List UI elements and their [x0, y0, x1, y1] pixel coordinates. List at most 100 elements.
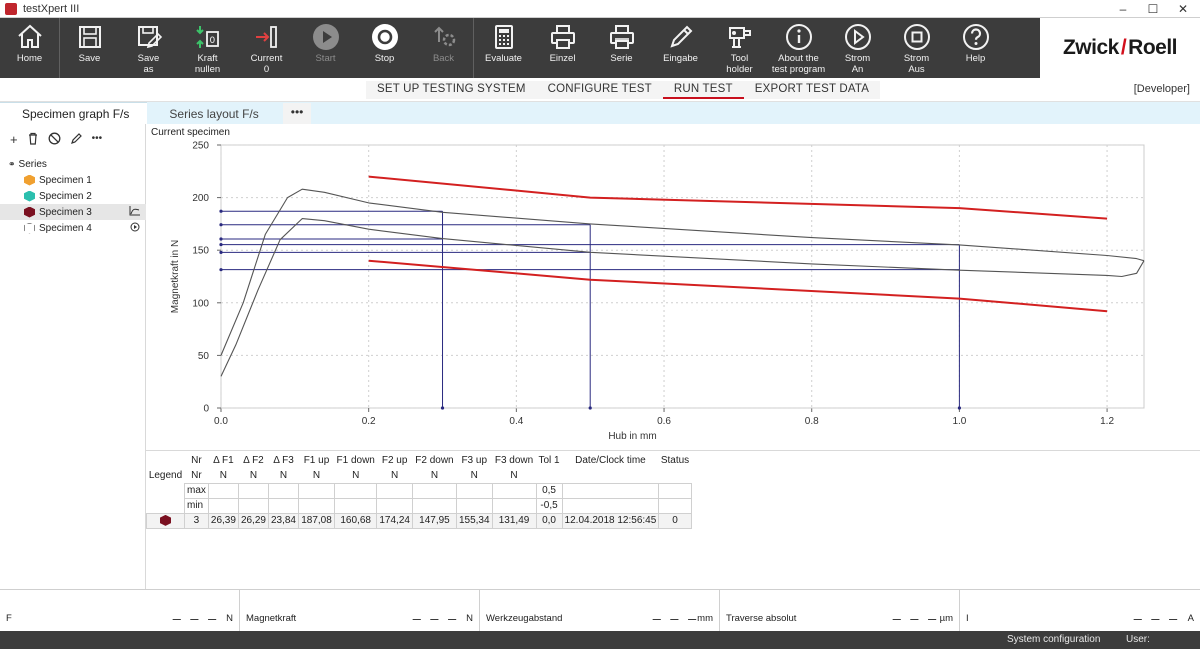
column-header: Δ F3 [273, 455, 294, 466]
serie-button[interactable]: Serie [592, 18, 651, 78]
more-icon[interactable]: ••• [92, 132, 103, 148]
evaluate-button[interactable]: Evaluate [474, 18, 533, 78]
y-tick-label: 200 [192, 193, 209, 204]
about-the-button[interactable]: About the test program [769, 18, 828, 78]
unit-label: N [279, 469, 288, 481]
tolerance-min: -0,5 [535, 497, 563, 514]
main-toolbar: Home Save Save as 0 Kraft nullen Current 0 Sta… [0, 18, 1200, 78]
strom-button[interactable]: Strom An [828, 18, 887, 78]
delete-icon[interactable] [27, 132, 39, 148]
max-label: max [184, 482, 209, 499]
tree-item-specimen-1[interactable]: Specimen 1 [0, 172, 146, 188]
system-configuration-link[interactable]: System configuration [1007, 634, 1100, 645]
tab-export-test-data[interactable]: EXPORT TEST DATA [744, 81, 880, 99]
measure-magnetkraft[interactable]: Magnetkraft _ _ _ N [240, 590, 480, 632]
measure-i[interactable]: I _ _ _ A [960, 590, 1200, 632]
home-button[interactable]: Home [0, 18, 59, 78]
y-axis-label: Magnetkraft in N [170, 240, 181, 313]
x-axis-label: Hub in mm [608, 431, 656, 442]
measure-werkzeugabstand[interactable]: Werkzeugabstand _ _ _ mm [480, 590, 720, 632]
legend-cell [146, 512, 185, 529]
empty-cell [491, 482, 537, 499]
start-label: Start [315, 53, 336, 64]
results-unit-row: Legend Nr N N N N N N N N N [147, 468, 692, 483]
cancel-icon[interactable] [48, 132, 61, 148]
empty-cell [333, 482, 378, 499]
tab-specimen-graph[interactable]: Specimen graph F/s [0, 102, 148, 124]
tab-series-layout[interactable]: Series layout F/s [147, 103, 276, 124]
tree-item-specimen-3[interactable]: Specimen 3 [0, 204, 146, 220]
play-icon [311, 22, 341, 52]
tab-configure-test[interactable]: CONFIGURE TEST [537, 81, 663, 99]
save-button[interactable]: Save as [119, 18, 178, 78]
maximize-button[interactable]: ☐ [1138, 0, 1168, 18]
current-button[interactable]: Current 0 [237, 18, 296, 78]
empty-cell [561, 482, 660, 499]
result-value: 160,68 [333, 512, 378, 529]
unit-label: N [430, 469, 439, 481]
tab-set-up-testing-system[interactable]: SET UP TESTING SYSTEM [366, 81, 537, 99]
edit-icon[interactable] [70, 132, 83, 148]
help-button[interactable]: Help [946, 18, 1005, 78]
column-header-nr: Nr [191, 469, 202, 481]
column-header: Nr [191, 455, 202, 466]
marker-point [219, 242, 223, 247]
strom-button[interactable]: Strom Aus [887, 18, 946, 78]
column-header: F1 up [303, 455, 330, 466]
tool-label: Tool holder [726, 53, 753, 75]
empty-cell [411, 497, 457, 514]
einzel-button[interactable]: Einzel [533, 18, 592, 78]
measurement-bar: F _ _ _ N Magnetkraft _ _ _ N Werkzeugabstand _… [0, 589, 1200, 632]
tree-item-specimen-4[interactable]: Specimen 4 [0, 220, 146, 236]
kraft-button[interactable]: 0 Kraft nullen [178, 18, 237, 78]
x-tick-label: 1.0 [952, 416, 966, 427]
more-tabs-button[interactable]: ••• [282, 103, 312, 124]
empty-cell [267, 482, 300, 499]
result-value: 131,49 [491, 512, 537, 529]
measure-label: Werkzeugabstand [486, 613, 563, 624]
tree-item-specimen-2[interactable]: Specimen 2 [0, 188, 146, 204]
series-root[interactable]: ⚭ Series [0, 156, 146, 172]
tool-button[interactable]: Tool holder [710, 18, 769, 78]
save-label: Save as [137, 53, 160, 75]
tab-run-test[interactable]: RUN TEST [662, 81, 744, 99]
app-icon [5, 2, 17, 15]
eingabe-button[interactable]: Eingabe [651, 18, 710, 78]
column-header: Status [660, 455, 690, 466]
add-icon[interactable]: + [10, 132, 18, 148]
minimize-button[interactable]: – [1108, 0, 1138, 18]
tree-item-label: Specimen 4 [39, 222, 92, 234]
results-table: Nr Δ F1 Δ F2 Δ F3 F1 up F1 down F2 up F2 down F3… [146, 451, 692, 529]
back-button[interactable]: Back [414, 18, 473, 78]
unit-label: N [219, 469, 228, 481]
close-button[interactable]: ✕ [1168, 0, 1198, 18]
stop-button[interactable]: Stop [355, 18, 414, 78]
floppy-icon [75, 22, 105, 52]
measure-value: _ _ _ [892, 604, 939, 620]
measure-traverse-absolut[interactable]: Traverse absolut _ _ _ µm [720, 590, 960, 632]
stop-icon [370, 22, 400, 52]
empty-cell [147, 483, 185, 498]
result-value: 155,34 [455, 512, 493, 529]
current-label: Current 0 [250, 53, 283, 75]
specimen-cube-icon [24, 174, 35, 186]
save-label: Save [78, 53, 101, 64]
start-button[interactable]: Start [296, 18, 355, 78]
plot-area [220, 144, 1145, 409]
x-tick-label: 0.6 [657, 416, 671, 427]
specimen-cube-icon [24, 206, 35, 218]
marker-point [219, 209, 223, 213]
tree-item-label: Specimen 3 [39, 206, 92, 218]
info-icon [784, 22, 814, 52]
unit-label: N [312, 469, 321, 481]
save-button[interactable]: Save [60, 18, 119, 78]
tolerance-max: 0,5 [535, 482, 563, 499]
empty-cell [561, 497, 660, 514]
results-header-row: Nr Δ F1 Δ F2 Δ F3 F1 up F1 down F2 up F2 down F3… [147, 453, 692, 468]
brand-logo: Zwick / Roell [1040, 18, 1200, 78]
strom-label: Strom An [844, 53, 871, 75]
specimen-cube-icon [24, 190, 35, 202]
measure-f[interactable]: F _ _ _ N [0, 590, 240, 632]
pencil-icon [666, 22, 696, 52]
empty-cell [376, 497, 413, 514]
